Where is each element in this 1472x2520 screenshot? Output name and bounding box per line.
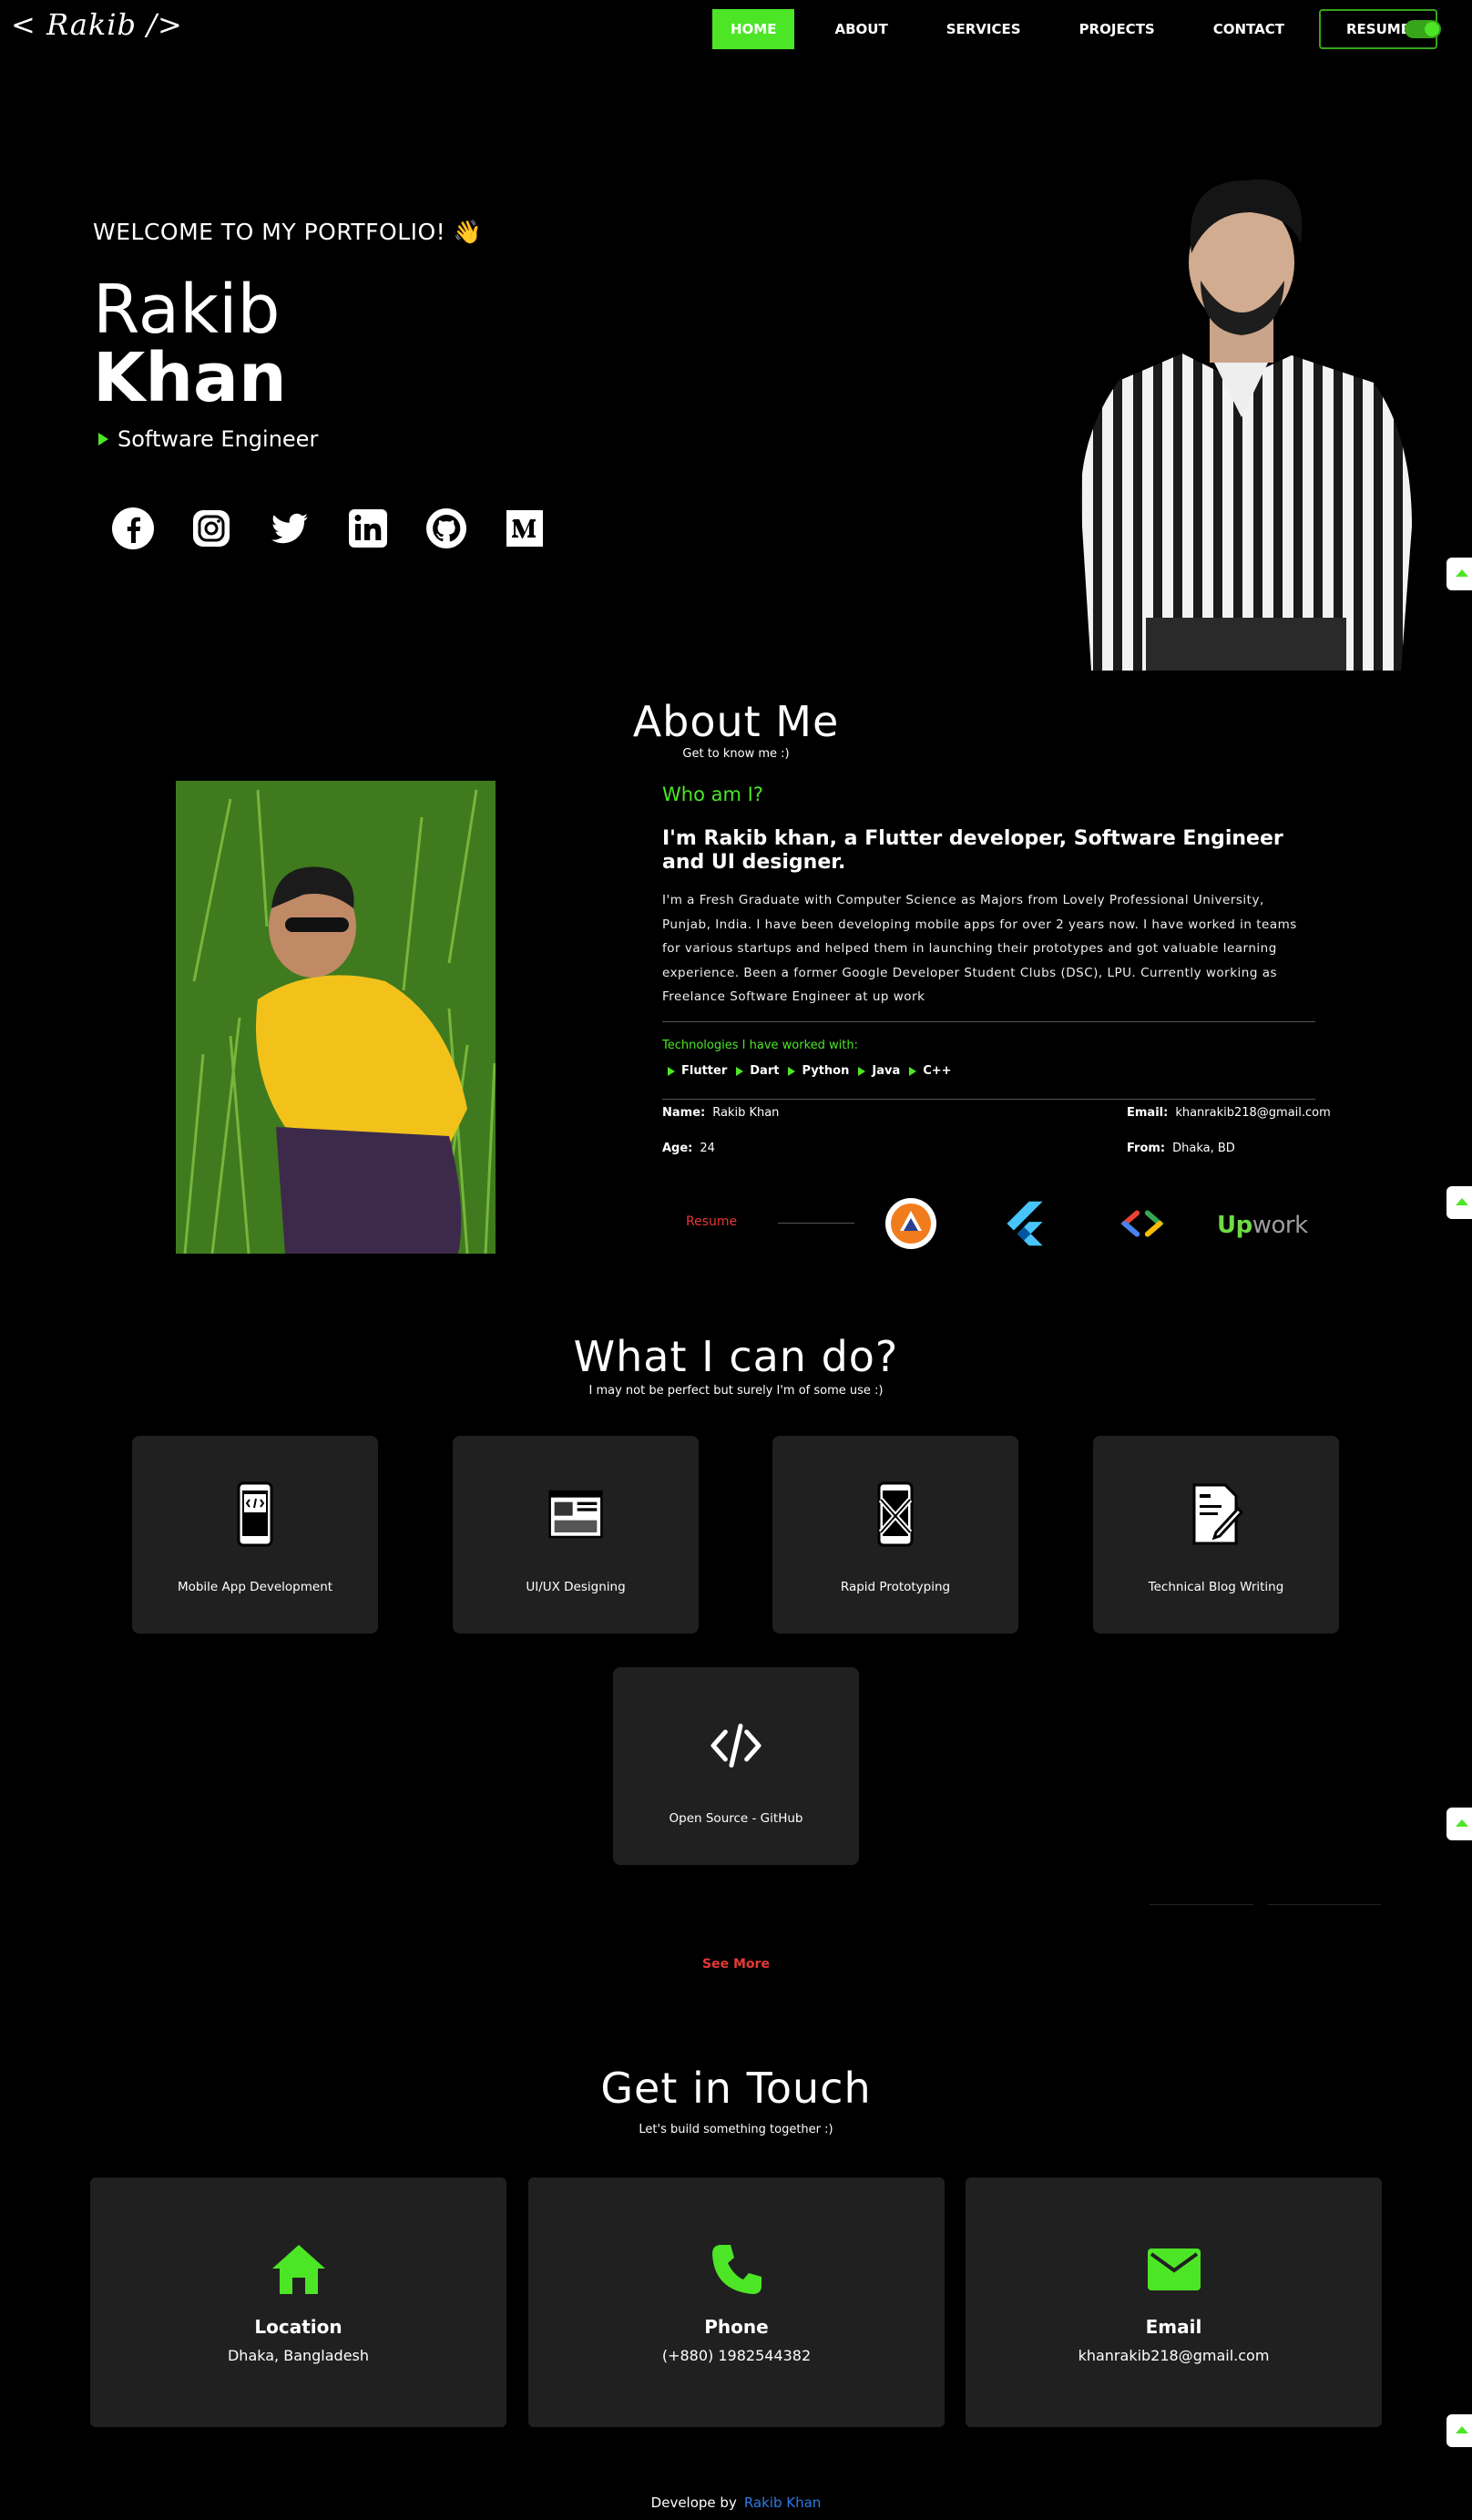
services-title: What I can do? (573, 1332, 899, 1381)
info-from: From: Dhaka, BD (1127, 1142, 1235, 1155)
facebook-icon[interactable] (111, 507, 155, 550)
contact-card-title: Location (254, 2316, 342, 2338)
service-card-uiux[interactable]: UI/UX Designing (453, 1436, 699, 1634)
contact-card-value: Dhaka, Bangladesh (227, 2347, 370, 2364)
nav-services[interactable]: SERVICES (928, 9, 1039, 49)
service-label: UI/UX Designing (526, 1580, 626, 1594)
mail-icon (1148, 2249, 1201, 2290)
nav-contact[interactable]: CONTACT (1195, 9, 1303, 49)
resume-link[interactable]: Resume (686, 1214, 737, 1229)
linkedin-icon[interactable] (346, 507, 390, 550)
service-label: Open Source - GitHub (669, 1811, 803, 1826)
google-dev-logo[interactable] (1115, 1196, 1170, 1251)
divider (662, 1021, 1315, 1022)
mobile-code-icon (237, 1481, 273, 1547)
logo[interactable]: < Rakib /> (11, 7, 183, 42)
nav-home[interactable]: HOME (712, 9, 795, 49)
tech-item: Java (858, 1064, 900, 1078)
contact-card-title: Phone (704, 2316, 769, 2338)
footer: Develope by Rakib Khan (0, 2494, 1472, 2511)
contact-card-phone: Phone (+880) 1982544382 (528, 2177, 945, 2427)
about-paragraph: I'm a Fresh Graduate with Computer Scien… (662, 893, 1297, 1004)
tech-list: Flutter Dart Python Java C++ (668, 1064, 961, 1078)
lpu-logo[interactable] (884, 1196, 938, 1251)
upwork-logo[interactable]: Upwork (1217, 1212, 1308, 1239)
nav-links: HOME ABOUT SERVICES PROJECTS CONTACT RES… (712, 9, 1437, 49)
about-photo (176, 781, 496, 1254)
hero-last-name: Khan (93, 339, 287, 417)
about-heading: I'm Rakib khan, a Flutter developer, Sof… (662, 827, 1283, 874)
about-title: About Me (632, 697, 840, 746)
service-card-opensource[interactable]: Open Source - GitHub (613, 1667, 859, 1865)
service-label: Mobile App Development (177, 1580, 333, 1594)
play-icon (98, 433, 108, 446)
blog-writing-icon (1192, 1483, 1243, 1545)
nav-about[interactable]: ABOUT (816, 9, 905, 49)
who-am-i: Who am I? (662, 784, 763, 805)
medium-icon[interactable] (503, 507, 547, 550)
tech-item: Python (788, 1064, 849, 1078)
divider (1150, 1904, 1253, 1905)
see-more-link[interactable]: See More (0, 1957, 1472, 1972)
info-email: Email: khanrakib218@gmail.com (1127, 1106, 1331, 1120)
footer-text: Develope by (650, 2494, 737, 2511)
services-subtitle: I may not be perfect but surely I'm of s… (588, 1384, 884, 1398)
home-icon (272, 2245, 325, 2294)
ui-design-icon (548, 1490, 603, 1539)
resume-line (778, 1223, 854, 1224)
scroll-top-button[interactable] (1446, 1808, 1472, 1840)
contact-card-title: Email (1145, 2316, 1202, 2338)
contact-card-email: Email khanrakib218@gmail.com (966, 2177, 1382, 2427)
service-card-blog[interactable]: Technical Blog Writing (1093, 1436, 1339, 1634)
welcome-text: WELCOME TO MY PORTFOLIO! 👋 (93, 219, 483, 245)
github-icon[interactable] (424, 507, 468, 550)
tech-item: Flutter (668, 1064, 727, 1078)
info-age: Age: 24 (662, 1142, 715, 1155)
prototype-icon (877, 1481, 914, 1547)
contact-card-value[interactable]: khanrakib218@gmail.com (966, 2347, 1382, 2364)
service-label: Rapid Prototyping (840, 1580, 951, 1594)
navbar: < Rakib /> HOME ABOUT SERVICES PROJECTS … (0, 0, 1472, 60)
contact-title: Get in Touch (600, 2064, 872, 2113)
contact-subtitle: Let's build something together :) (639, 2123, 833, 2136)
scroll-top-button[interactable] (1446, 558, 1472, 590)
hero-role: Software Engineer (98, 426, 318, 452)
service-card-mobile[interactable]: Mobile App Development (132, 1436, 378, 1634)
tech-item: Dart (736, 1064, 779, 1078)
contact-card-location: Location Dhaka, Bangladesh (90, 2177, 506, 2427)
theme-toggle[interactable] (1405, 20, 1441, 38)
info-name: Name: Rakib Khan (662, 1106, 780, 1120)
instagram-icon[interactable] (189, 507, 233, 550)
code-icon (710, 1723, 762, 1768)
hero-role-text: Software Engineer (118, 426, 319, 452)
contact-card-value[interactable]: (+880) 1982544382 (528, 2347, 945, 2364)
footer-link[interactable]: Rakib Khan (744, 2494, 821, 2511)
tech-item: C++ (909, 1064, 952, 1078)
flutter-logo[interactable] (998, 1196, 1053, 1251)
portfolio-page: < Rakib /> HOME ABOUT SERVICES PROJECTS … (0, 0, 1472, 2520)
service-label: Technical Blog Writing (1148, 1580, 1284, 1594)
scroll-top-button[interactable] (1446, 1186, 1472, 1219)
twitter-icon[interactable] (268, 507, 312, 550)
scroll-top-button[interactable] (1446, 2414, 1472, 2447)
tech-title: Technologies I have worked with: (662, 1039, 858, 1052)
hero-portrait (1080, 179, 1412, 671)
nav-projects[interactable]: PROJECTS (1061, 9, 1173, 49)
divider (1268, 1904, 1381, 1905)
hero-first-name: Rakib (93, 271, 281, 349)
phone-icon (712, 2245, 762, 2294)
divider (662, 1099, 1315, 1100)
about-subtitle: Get to know me :) (682, 747, 790, 761)
service-card-prototyping[interactable]: Rapid Prototyping (772, 1436, 1018, 1634)
social-links (111, 507, 581, 550)
